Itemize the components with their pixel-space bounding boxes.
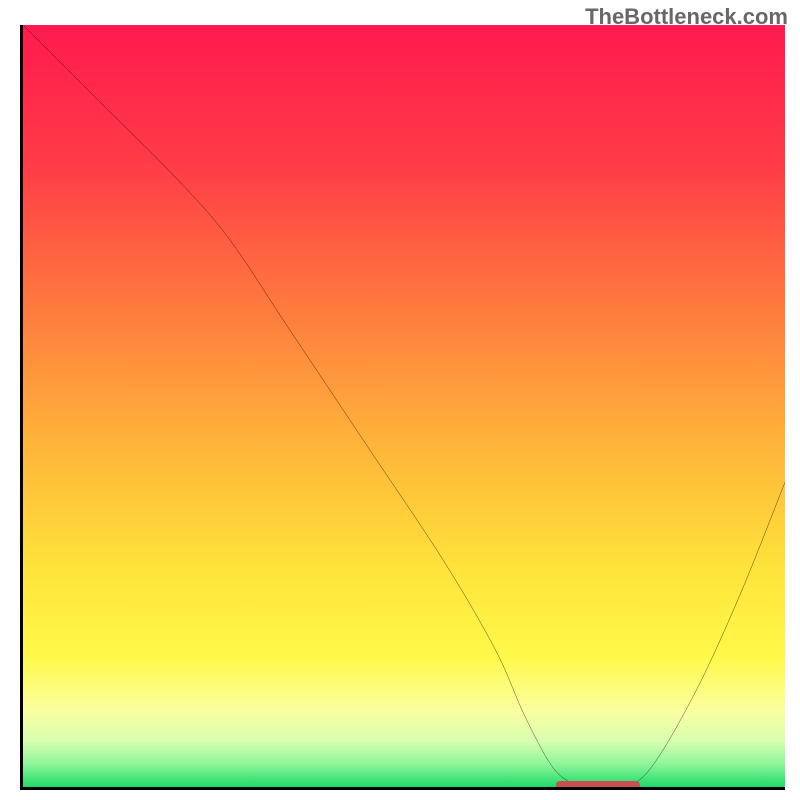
optimal-range-marker [556, 781, 640, 789]
plot-area [20, 25, 785, 790]
bottleneck-curve [23, 25, 785, 787]
chart-container: TheBottleneck.com [0, 0, 800, 800]
watermark-text: TheBottleneck.com [585, 4, 788, 30]
